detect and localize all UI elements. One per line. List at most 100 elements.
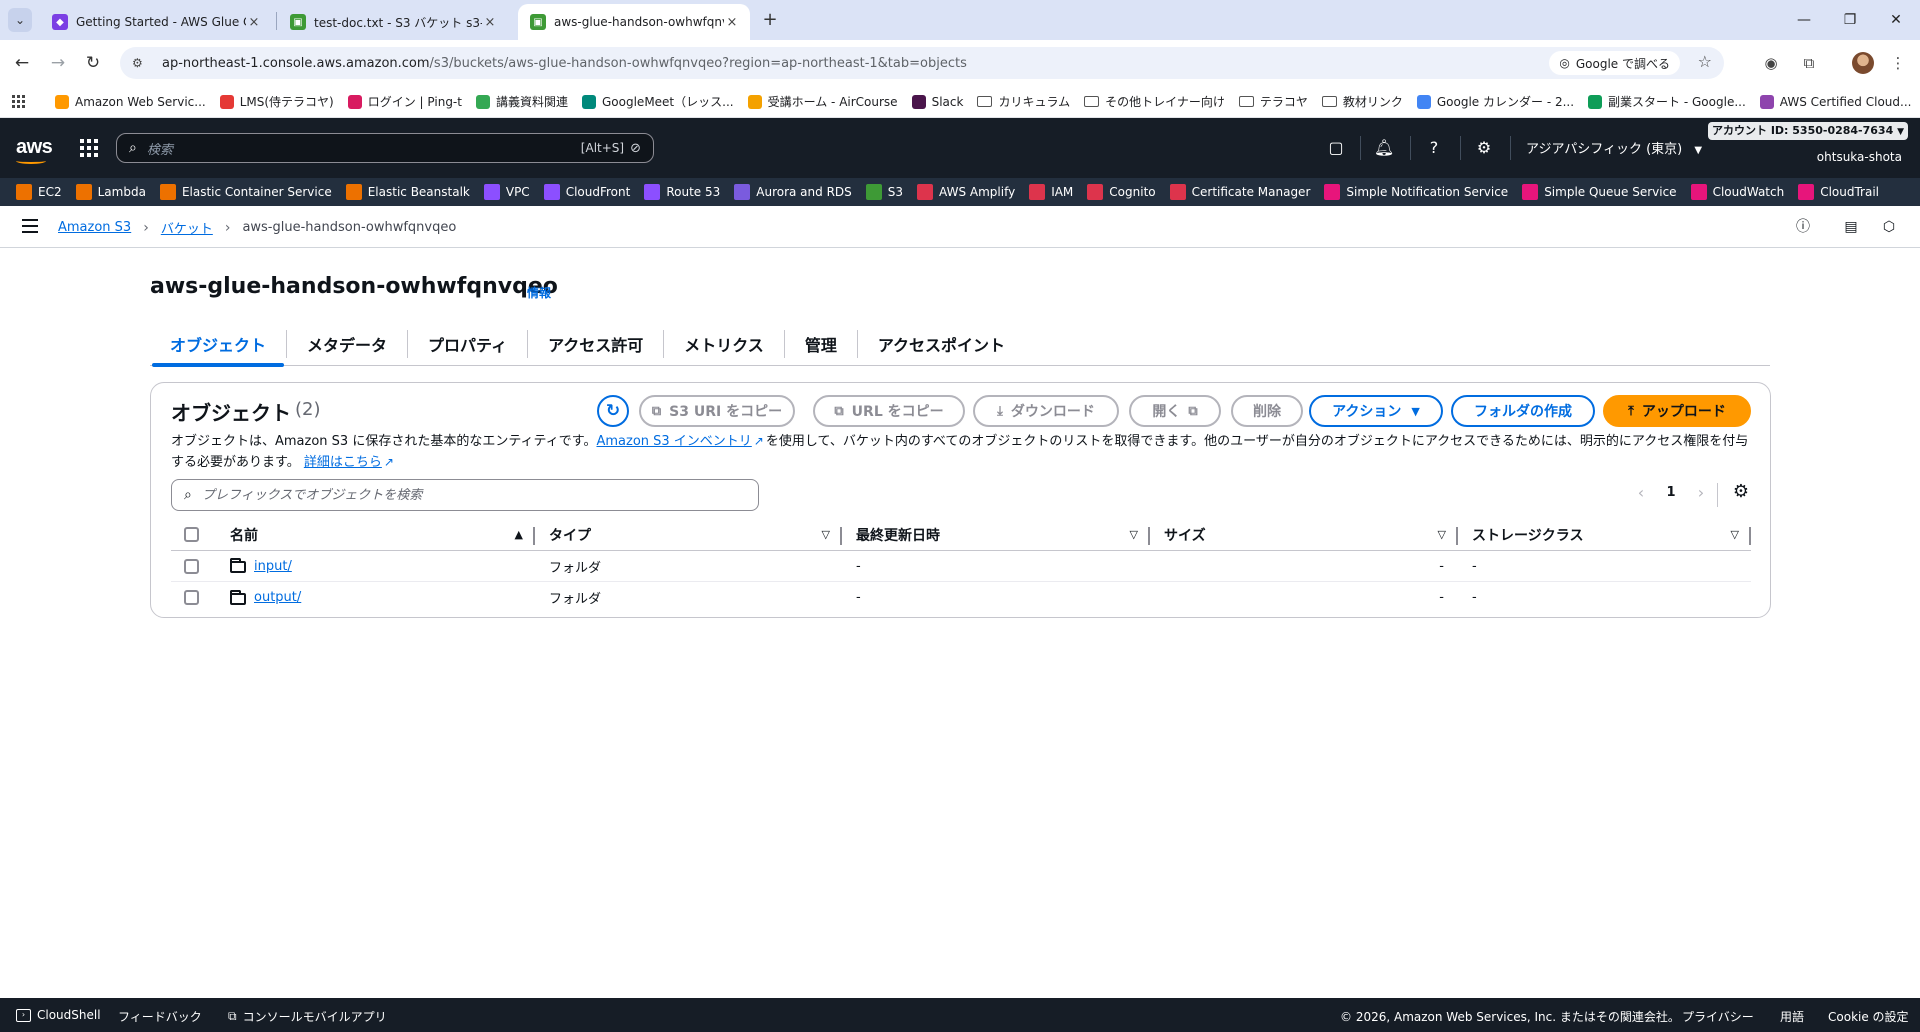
footer-cookie-settings[interactable]: Cookie の設定: [1828, 1008, 1909, 1025]
object-link[interactable]: input/: [254, 559, 292, 574]
footer-feedback[interactable]: フィードバック: [118, 1008, 202, 1025]
extensions-puzzle-icon[interactable]: ⧉: [1795, 49, 1823, 77]
service-shortcut[interactable]: Certificate Manager: [1169, 184, 1310, 200]
info-circle-icon[interactable]: ⓘ: [1792, 216, 1814, 238]
back-arrow-icon[interactable]: ←: [8, 49, 36, 77]
service-shortcut[interactable]: Lambda: [75, 184, 146, 200]
column-header-storage-class[interactable]: ストレージクラス ▽: [1458, 519, 1751, 550]
sort-caret-icon[interactable]: ▽: [1438, 528, 1446, 541]
service-shortcut[interactable]: CloudWatch: [1690, 184, 1784, 200]
forward-arrow-icon[interactable]: →: [44, 49, 72, 77]
delete-button[interactable]: 削除: [1231, 395, 1303, 427]
bookmark-item[interactable]: その他トレイナー向け: [1084, 93, 1225, 110]
site-settings-icon[interactable]: ⚙: [132, 56, 152, 70]
open-button[interactable]: 開く ⧉: [1129, 395, 1221, 427]
bookmark-item[interactable]: カリキュラム: [977, 93, 1070, 110]
google-lens-chip[interactable]: ◎ Google で調べる: [1549, 51, 1680, 75]
profile-avatar[interactable]: [1852, 52, 1874, 74]
column-header-last-modified[interactable]: 最終更新日時 ▽: [842, 519, 1150, 550]
copy-url-button[interactable]: ⧉ URL をコピー: [813, 395, 965, 427]
upload-button[interactable]: ⤒ アップロード: [1603, 395, 1751, 427]
sort-ascending-icon[interactable]: ▲: [515, 528, 523, 541]
select-all-checkbox[interactable]: [184, 527, 199, 542]
breadcrumb-buckets[interactable]: バケット: [161, 218, 213, 237]
object-search-field[interactable]: ⌕: [171, 479, 759, 511]
column-header-name[interactable]: 名前 ▲: [227, 519, 535, 550]
tab-metadata[interactable]: メタデータ: [287, 322, 407, 366]
close-icon[interactable]: ×: [724, 15, 740, 30]
hamburger-menu-icon[interactable]: [22, 219, 38, 233]
close-window-icon[interactable]: ✕: [1876, 6, 1916, 34]
bookmark-item[interactable]: Slack: [911, 94, 963, 109]
actions-dropdown[interactable]: アクション ▼: [1309, 395, 1443, 427]
row-checkbox[interactable]: [184, 558, 199, 574]
browser-tab-0[interactable]: ◆ Getting Started - AWS Glue Con ×: [40, 4, 272, 40]
services-grid-icon[interactable]: [80, 139, 98, 157]
tab-objects[interactable]: オブジェクト: [150, 322, 286, 367]
download-button[interactable]: ⤓ ダウンロード: [973, 395, 1119, 427]
aws-logo[interactable]: aws: [16, 136, 53, 164]
cloudshell-icon[interactable]: ▢: [1324, 136, 1348, 160]
settings-gear-icon[interactable]: ⚙: [1472, 136, 1496, 160]
service-shortcut[interactable]: EC2: [16, 184, 62, 200]
tab-access-points[interactable]: アクセスポイント: [858, 322, 1025, 366]
table-preferences-gear-icon[interactable]: ⚙: [1727, 481, 1755, 502]
security-shield-icon[interactable]: ⬡: [1878, 216, 1900, 238]
console-search-input[interactable]: ⌕ 検索 [Alt+S] ⊘: [116, 133, 654, 163]
object-search-input[interactable]: [201, 487, 742, 503]
tab-search-chevron-icon[interactable]: ⌄: [8, 8, 32, 32]
footer-cloudshell[interactable]: › CloudShell: [16, 1008, 101, 1022]
bookmark-item[interactable]: GoogleMeet（レッス...: [582, 93, 734, 110]
close-icon[interactable]: ×: [246, 15, 262, 30]
tab-management[interactable]: 管理: [785, 322, 857, 366]
sort-caret-icon[interactable]: ▽: [1731, 528, 1739, 541]
tab-permissions[interactable]: アクセス許可: [528, 322, 663, 366]
reload-icon[interactable]: ↻: [79, 49, 107, 77]
camera-extension-icon[interactable]: ◉: [1757, 49, 1785, 77]
bookmark-item[interactable]: 教材リンク: [1321, 93, 1403, 110]
table-row[interactable]: input/ フォルダ - - -: [171, 551, 1751, 582]
table-row[interactable]: output/ フォルダ - - -: [171, 582, 1751, 613]
row-checkbox[interactable]: [184, 590, 199, 605]
service-shortcut[interactable]: CloudTrail: [1798, 184, 1879, 200]
info-link[interactable]: 情報: [527, 284, 551, 301]
bookmark-item[interactable]: ログイン | Ping-t: [347, 93, 462, 110]
bookmark-item[interactable]: AWS Certified Cloud...: [1759, 94, 1911, 109]
bookmark-item[interactable]: Amazon Web Servic...: [55, 94, 206, 109]
region-selector[interactable]: アジアパシフィック (東京) ▼: [1526, 138, 1702, 157]
learn-more-link[interactable]: 詳細はこちら: [304, 455, 382, 470]
sort-caret-icon[interactable]: ▽: [1130, 528, 1138, 541]
bookmark-item[interactable]: 受講ホーム - AirCourse: [747, 93, 898, 110]
service-shortcut[interactable]: Simple Queue Service: [1522, 184, 1677, 200]
service-shortcut[interactable]: Elastic Beanstalk: [345, 184, 470, 200]
refresh-button[interactable]: ↻: [597, 395, 629, 427]
tab-properties[interactable]: プロパティ: [408, 322, 527, 366]
pagination-prev-icon[interactable]: ‹: [1631, 483, 1651, 502]
account-id-badge[interactable]: アカウント ID: 5350-0284-7634 ▼: [1708, 122, 1908, 140]
notes-panel-icon[interactable]: ▤: [1840, 216, 1862, 238]
minimize-window-icon[interactable]: —: [1784, 6, 1824, 34]
bookmark-item[interactable]: テラコヤ: [1238, 93, 1308, 110]
service-shortcut[interactable]: S3: [865, 184, 903, 200]
pagination-next-icon[interactable]: ›: [1691, 483, 1711, 502]
column-header-size[interactable]: サイズ ▽: [1150, 519, 1458, 550]
column-header-type[interactable]: タイプ ▽: [535, 519, 842, 550]
object-link[interactable]: output/: [254, 590, 301, 605]
service-shortcut[interactable]: Simple Notification Service: [1324, 184, 1508, 200]
bookmark-item[interactable]: Google カレンダー - 2...: [1416, 93, 1574, 110]
column-resizer[interactable]: [1749, 527, 1751, 545]
sort-caret-icon[interactable]: ▽: [822, 528, 830, 541]
restore-window-icon[interactable]: ❐: [1830, 6, 1870, 34]
service-shortcut[interactable]: VPC: [483, 184, 530, 200]
close-icon[interactable]: ×: [482, 15, 498, 30]
service-shortcut[interactable]: Aurora and RDS: [734, 184, 852, 200]
notifications-bell-icon[interactable]: 🔔︎: [1372, 136, 1396, 160]
service-shortcut[interactable]: AWS Amplify: [917, 184, 1015, 200]
service-shortcut[interactable]: Elastic Container Service: [159, 184, 332, 200]
copy-s3-uri-button[interactable]: ⧉ S3 URI をコピー: [639, 395, 795, 427]
browser-tab-1[interactable]: ▣ test-doc.txt - S3 バケット s3-tky- ×: [278, 4, 508, 40]
address-bar[interactable]: ⚙ ap-northeast-1.console.aws.amazon.com/…: [120, 47, 1724, 79]
browser-menu-icon[interactable]: ⋮: [1884, 49, 1912, 77]
footer-privacy[interactable]: プライバシー: [1682, 1008, 1754, 1025]
footer-mobile-app[interactable]: ⧉ コンソールモバイルアプリ: [228, 1008, 387, 1025]
